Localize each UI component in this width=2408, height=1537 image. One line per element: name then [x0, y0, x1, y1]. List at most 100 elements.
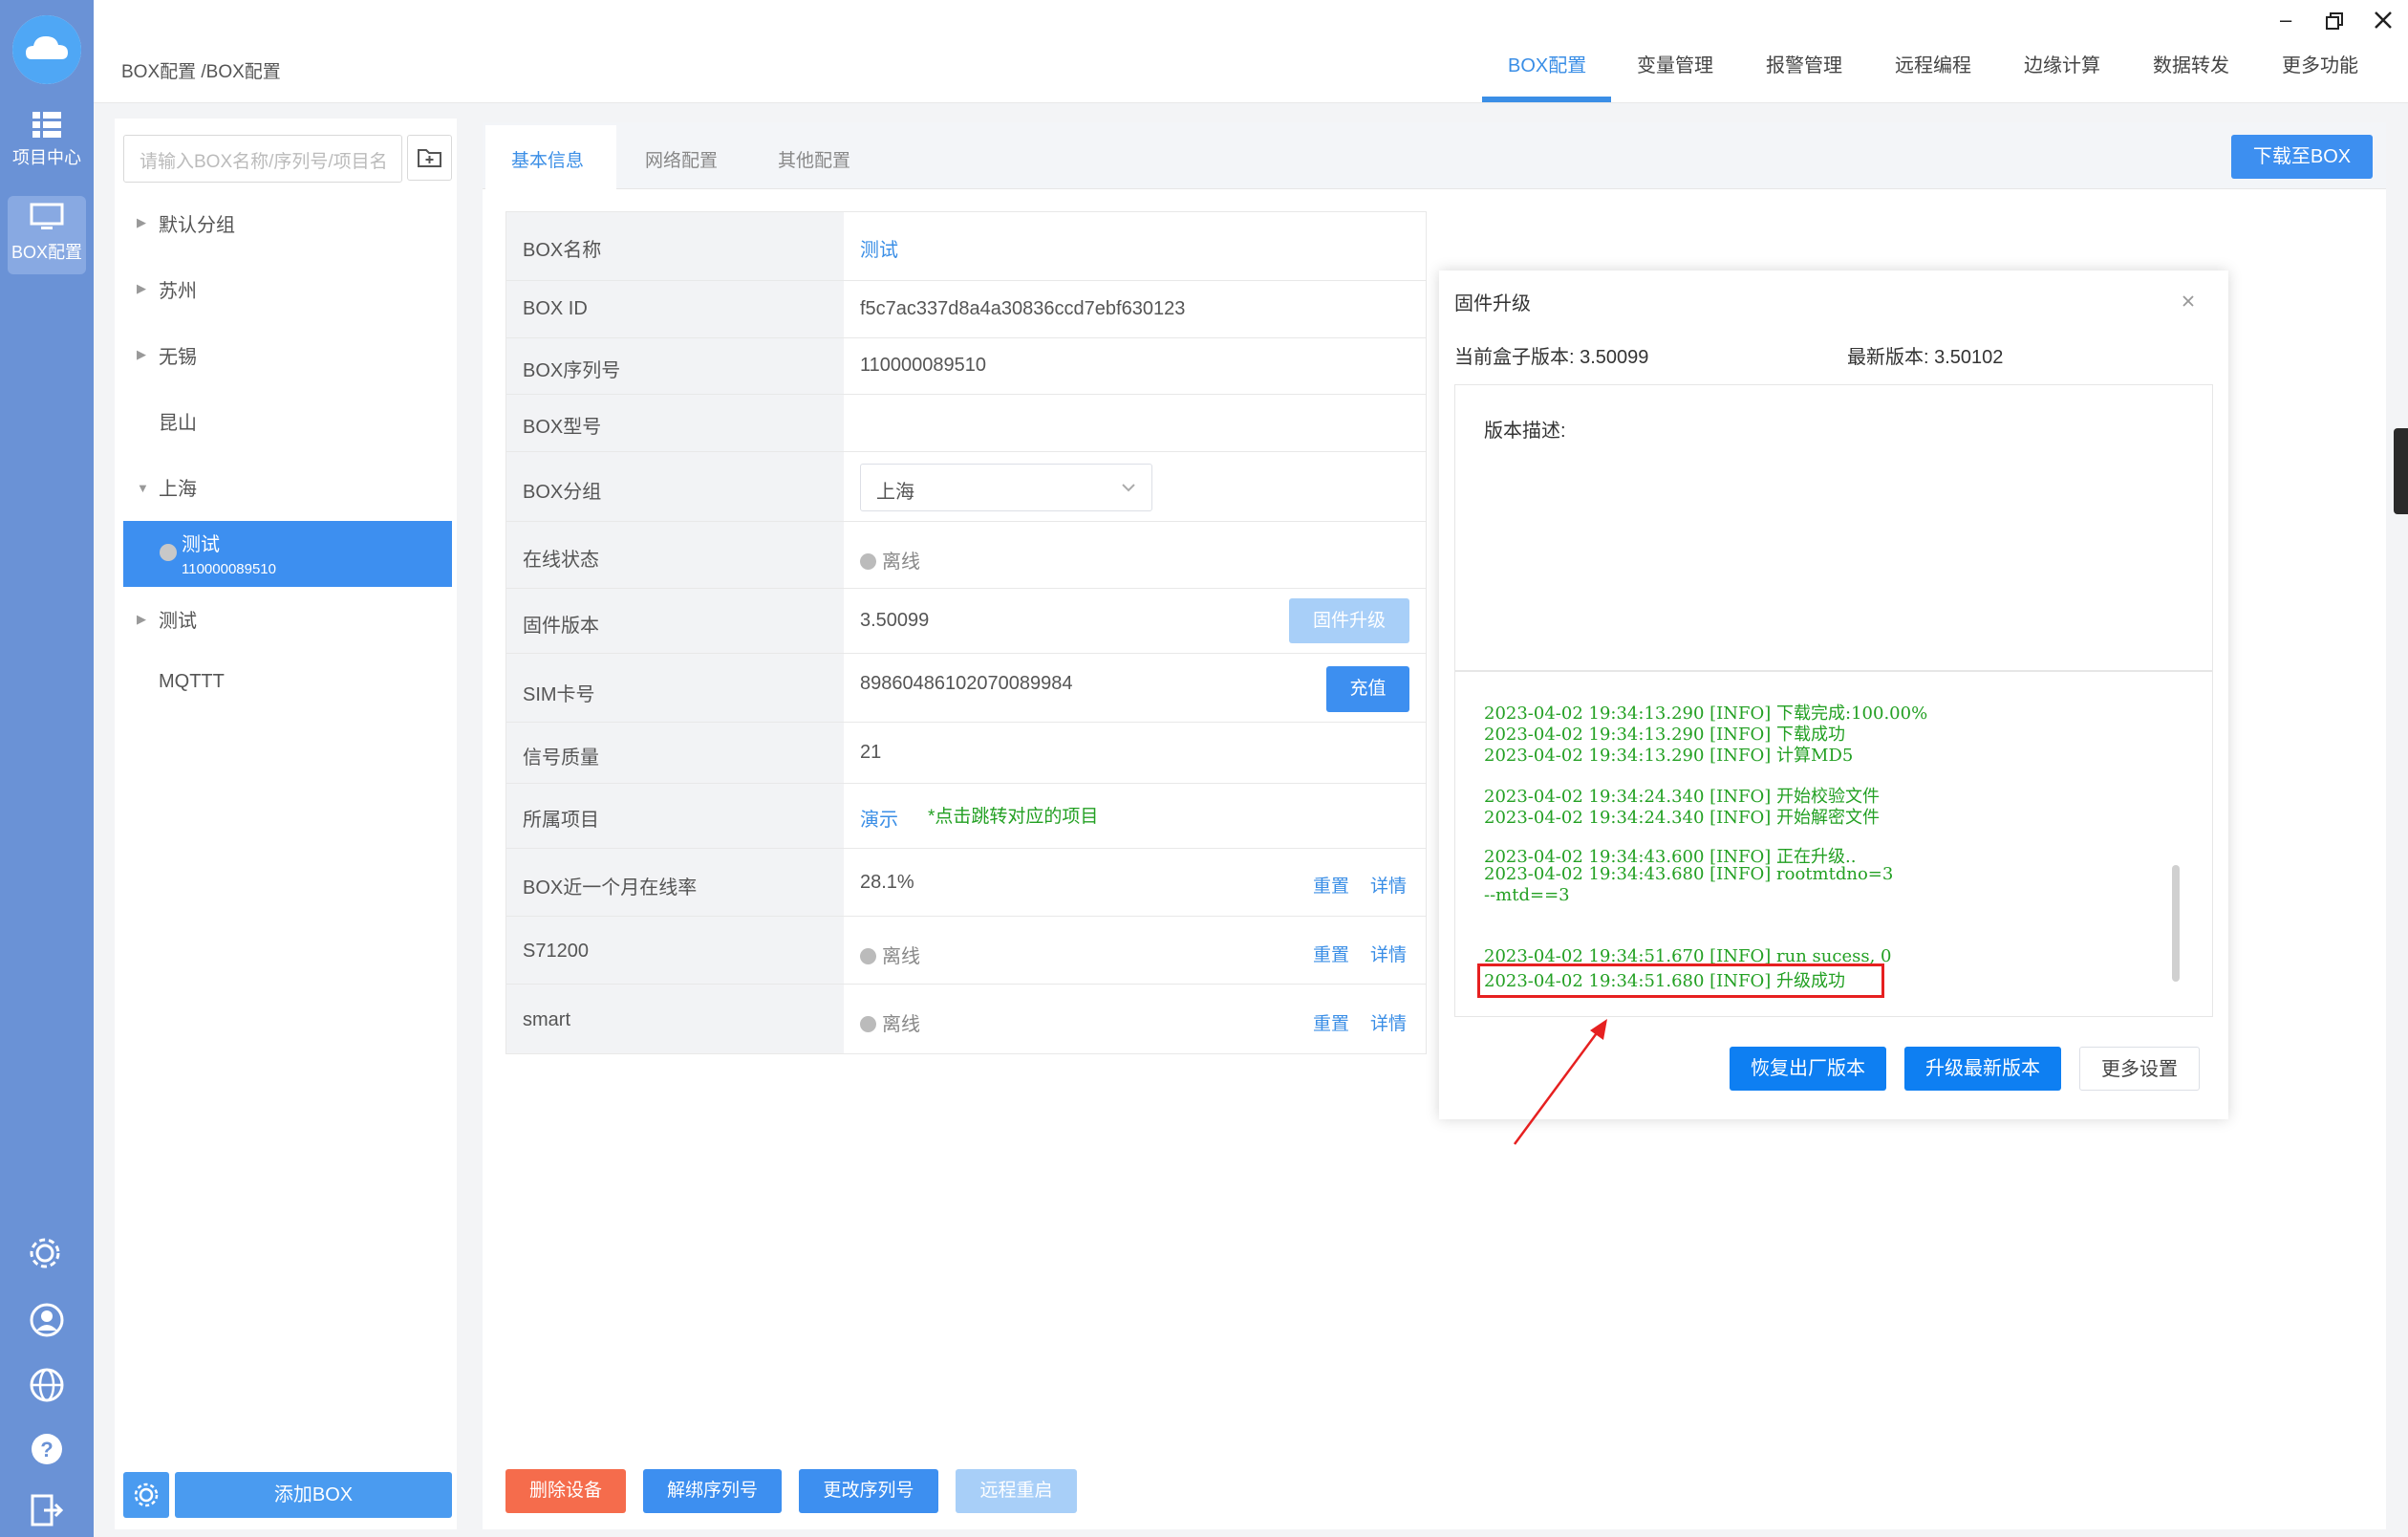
- dialog-title: 固件升级: [1454, 293, 1531, 314]
- latest-version: 最新版本: 3.50102: [1847, 347, 2004, 368]
- value-box-id: f5c7ac337d8a4a30836ccd7ebf630123: [860, 298, 1186, 319]
- rail-label: BOX配置: [11, 243, 82, 262]
- reset-link[interactable]: 重置: [1313, 872, 1349, 898]
- close-window-icon[interactable]: [2373, 10, 2394, 31]
- monitor-icon: [30, 203, 64, 229]
- close-icon[interactable]: [2181, 293, 2196, 309]
- highlight-box: [1477, 963, 1884, 998]
- add-box-button[interactable]: 添加BOX: [175, 1472, 452, 1518]
- nav-tab-edge-computing[interactable]: 边缘计算: [2024, 50, 2100, 77]
- cloud-icon: [12, 15, 81, 84]
- label-signal: 信号质量: [523, 747, 599, 768]
- tree-group-default[interactable]: 默认分组: [159, 209, 235, 237]
- tree-expand-icon[interactable]: ▶: [137, 347, 146, 362]
- label-group: BOX分组: [523, 482, 602, 503]
- add-folder-button[interactable]: [407, 135, 452, 181]
- detail-link[interactable]: 详情: [1370, 1009, 1407, 1035]
- value-project-link[interactable]: 演示: [860, 804, 898, 832]
- user-icon[interactable]: [29, 1302, 65, 1338]
- device-search-input[interactable]: 请输入BOX名称/序列号/项目名: [123, 135, 402, 183]
- device-sidebar: [115, 119, 457, 1529]
- globe-icon[interactable]: [29, 1367, 65, 1403]
- rail-item-project-center[interactable]: 项目中心: [0, 110, 94, 169]
- log-line: --mtd==3: [1484, 885, 1570, 905]
- nav-active-underline: [1482, 97, 1611, 102]
- label-sim: SIM卡号: [523, 684, 595, 705]
- tree-collapse-icon[interactable]: ▼: [137, 481, 149, 495]
- folder-plus-icon: [418, 149, 441, 167]
- unbind-serial-button[interactable]: 解绑序列号: [643, 1469, 782, 1513]
- nav-tab-box-config[interactable]: BOX配置: [1508, 50, 1586, 77]
- reset-link[interactable]: 重置: [1313, 941, 1349, 966]
- value-serial: 110000089510: [860, 355, 986, 376]
- current-version: 当前盒子版本: 3.50099: [1454, 347, 1649, 368]
- version-description-box: [1454, 384, 2213, 671]
- group-select[interactable]: 上海: [860, 464, 1152, 511]
- help-icon[interactable]: ?: [29, 1431, 65, 1467]
- sidebar-settings-button[interactable]: [123, 1472, 169, 1518]
- nav-tab-variables[interactable]: 变量管理: [1637, 50, 1713, 77]
- more-settings-button[interactable]: 更多设置: [2079, 1047, 2200, 1091]
- label-project: 所属项目: [523, 810, 599, 831]
- firmware-upgrade-button[interactable]: 固件升级: [1289, 598, 1409, 643]
- status-text: 离线: [882, 552, 920, 573]
- tab-basic-info[interactable]: 基本信息: [511, 146, 584, 172]
- tree-expand-icon[interactable]: ▶: [137, 281, 146, 296]
- side-handle[interactable]: [2394, 428, 2408, 514]
- svg-text:?: ?: [40, 1438, 53, 1461]
- tree-device-name: 测试: [182, 534, 220, 555]
- tree-expand-icon[interactable]: ▶: [137, 612, 146, 627]
- value-smart: 离线: [860, 1008, 920, 1036]
- recharge-button[interactable]: 充值: [1326, 666, 1409, 712]
- group-select-value: 上海: [876, 482, 914, 503]
- label-model: BOX型号: [523, 417, 602, 438]
- app-logo[interactable]: [12, 15, 81, 84]
- reset-link[interactable]: 重置: [1313, 1009, 1349, 1035]
- upgrade-latest-button[interactable]: 升级最新版本: [1904, 1047, 2061, 1091]
- tree-group-mqttt[interactable]: MQTTT: [159, 671, 225, 693]
- detail-link[interactable]: 详情: [1370, 941, 1407, 966]
- tree-expand-icon[interactable]: ▶: [137, 215, 146, 230]
- restore-factory-button[interactable]: 恢复出厂版本: [1730, 1047, 1886, 1091]
- label-online: 在线状态: [523, 550, 599, 571]
- remote-reboot-button[interactable]: 远程重启: [956, 1469, 1077, 1513]
- nav-tab-alarms[interactable]: 报警管理: [1766, 50, 1842, 77]
- value-firmware: 3.50099: [860, 610, 930, 631]
- main-tabbar: [483, 122, 2386, 189]
- nav-tab-more[interactable]: 更多功能: [2282, 50, 2358, 77]
- tree-group-wuxi[interactable]: 无锡: [159, 341, 197, 369]
- log-scrollbar[interactable]: [2172, 865, 2180, 982]
- minimize-icon[interactable]: –: [2280, 8, 2291, 32]
- tab-network-config[interactable]: 网络配置: [645, 146, 718, 172]
- value-sim: 89860486102070089984: [860, 673, 1073, 694]
- label-s71200: S71200: [523, 941, 589, 962]
- delete-device-button[interactable]: 删除设备: [505, 1469, 626, 1513]
- breadcrumb: BOX配置 /BOX配置: [121, 62, 281, 82]
- change-serial-button[interactable]: 更改序列号: [799, 1469, 938, 1513]
- nav-tab-data-forwarding[interactable]: 数据转发: [2153, 50, 2229, 77]
- rail-item-box-config[interactable]: BOX配置: [0, 203, 94, 264]
- status-text: 离线: [882, 1014, 920, 1035]
- rail-label: 项目中心: [12, 148, 81, 167]
- log-line: 2023-04-02 19:34:43.680 [INFO] rootmtdno…: [1484, 864, 1894, 884]
- value-online: 离线: [860, 546, 920, 574]
- restore-icon[interactable]: [2325, 11, 2344, 31]
- tree-group-shanghai[interactable]: 上海: [159, 473, 197, 501]
- device-status-dot: [160, 544, 177, 561]
- logout-icon[interactable]: [29, 1493, 65, 1527]
- nav-tab-remote-programming[interactable]: 远程编程: [1895, 50, 1971, 77]
- detail-link[interactable]: 详情: [1370, 872, 1407, 898]
- log-line: 2023-04-02 19:34:24.340 [INFO] 开始解密文件: [1484, 808, 1881, 828]
- tab-other-config[interactable]: 其他配置: [778, 146, 850, 172]
- tree-group-test[interactable]: 测试: [159, 605, 197, 633]
- tree-group-suzhou[interactable]: 苏州: [159, 275, 197, 303]
- settings-person-icon[interactable]: [29, 1237, 65, 1273]
- description-label: 版本描述:: [1484, 421, 1566, 442]
- download-to-box-button[interactable]: 下载至BOX: [2231, 135, 2373, 179]
- value-s71200: 离线: [860, 941, 920, 968]
- value-box-name[interactable]: 测试: [860, 234, 898, 262]
- project-hint: *点击跳转对应的项目: [928, 807, 1099, 827]
- tree-group-kunshan[interactable]: 昆山: [159, 407, 197, 435]
- gear-icon: [134, 1483, 159, 1507]
- offline-dot-icon: [860, 1016, 876, 1032]
